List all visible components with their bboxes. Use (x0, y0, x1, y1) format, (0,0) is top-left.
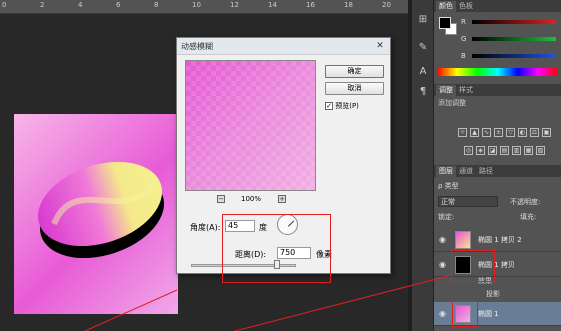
preview-label: 预览(P) (335, 102, 359, 110)
layers-panel-tabs: 图层 通道 路径 (434, 165, 561, 177)
close-icon[interactable]: ✕ (374, 41, 386, 52)
annotation-box-layer-copy (451, 250, 495, 282)
gradient-map-icon[interactable]: ▦ (524, 146, 533, 155)
character-icon[interactable]: A (415, 64, 431, 80)
color-spectrum[interactable] (437, 68, 558, 76)
tab-swatches[interactable]: 色板 (456, 1, 476, 12)
green-slider[interactable] (472, 37, 556, 41)
zoom-in-button[interactable]: + (278, 195, 286, 203)
panel-icon-strip: ⊞ ✎ A ¶ (412, 0, 434, 331)
red-slider[interactable] (472, 20, 556, 24)
adjustments-panel-tabs: 调整 样式 (434, 84, 561, 96)
ruler-tick: 16 (306, 1, 315, 9)
ok-button[interactable]: 确定 (325, 65, 384, 78)
threshold-icon[interactable]: ▥ (512, 146, 521, 155)
slider-label-g: G (461, 35, 467, 43)
zoom-level: 100% (241, 195, 262, 203)
invert-icon[interactable]: ◪ (488, 146, 497, 155)
cancel-button[interactable]: 取消 (325, 82, 384, 95)
brush-preset-icon[interactable]: ✎ (415, 40, 431, 56)
tab-color[interactable]: 颜色 (436, 1, 456, 12)
blue-slider[interactable] (472, 54, 556, 58)
dialog-title: 动感模糊 (181, 42, 213, 51)
levels-icon[interactable]: ▲ (470, 128, 479, 137)
angle-label: 角度(A): (190, 223, 221, 232)
preview-area[interactable] (185, 60, 316, 191)
ruler-tick: 18 (344, 1, 353, 9)
posterize-icon[interactable]: ▤ (500, 146, 509, 155)
curves-icon[interactable]: ∿ (482, 128, 491, 137)
blend-mode-select[interactable]: 正常 (438, 196, 498, 207)
paragraph-icon[interactable]: ¶ (415, 84, 431, 100)
ruler-tick: 8 (154, 1, 159, 9)
ellipse-artwork (37, 161, 165, 259)
foreground-color-swatch[interactable] (439, 17, 451, 29)
slider-label-b: B (461, 52, 466, 60)
eye-icon[interactable]: ◉ (439, 260, 446, 269)
eye-icon[interactable]: ◉ (439, 235, 446, 244)
layer-name: 椭圆 1 拷贝 2 (478, 236, 522, 244)
slider-label-r: R (461, 18, 466, 26)
zoom-out-button[interactable]: − (217, 195, 225, 203)
horizontal-ruler: 0 2 4 6 8 10 12 14 16 18 20 (0, 0, 412, 14)
ruler-tick: 12 (230, 1, 239, 9)
color-balance-icon[interactable]: ⚖ (530, 128, 539, 137)
history-icon[interactable]: ⊞ (415, 12, 431, 28)
channel-mixer-icon[interactable]: ◈ (476, 146, 485, 155)
tab-styles[interactable]: 样式 (456, 85, 476, 96)
annotation-box-layer (452, 301, 478, 327)
tab-adjustments[interactable]: 调整 (436, 85, 456, 96)
dialog-titlebar[interactable]: 动感模糊 ✕ (177, 38, 390, 55)
eye-icon[interactable]: ◉ (439, 309, 446, 318)
ruler-tick: 6 (116, 1, 121, 9)
exposure-icon[interactable]: ± (494, 128, 503, 137)
layer-thumbnail (455, 231, 471, 249)
ruler-tick: 10 (192, 1, 201, 9)
ruler-tick: 2 (40, 1, 45, 9)
annotation-box-settings (222, 214, 331, 283)
layer-filter[interactable]: ρ 类型 (438, 181, 561, 191)
fill-label: 填充: (520, 213, 537, 221)
ruler-tick: 20 (382, 1, 391, 9)
adjustments-title: 添加调整 (438, 99, 466, 107)
ruler-tick: 4 (78, 1, 83, 9)
opacity-label: 不透明度: (510, 198, 541, 206)
checkmark-icon[interactable]: ✓ (325, 102, 333, 110)
layer-name: 椭圆 1 (478, 310, 499, 318)
ruler-tick: 14 (268, 1, 277, 9)
document-canvas[interactable] (14, 114, 178, 314)
tab-channels[interactable]: 通道 (456, 166, 476, 177)
photo-filter-icon[interactable]: ◎ (464, 146, 473, 155)
brightness-icon[interactable]: ☼ (458, 128, 467, 137)
drop-shadow-label[interactable]: 投影 (486, 289, 561, 299)
vibrance-icon[interactable]: ▽ (506, 128, 515, 137)
ruler-tick: 0 (2, 1, 7, 9)
lock-label: 锁定: (438, 213, 455, 221)
hue-saturation-icon[interactable]: ◐ (518, 128, 527, 137)
tab-paths[interactable]: 路径 (476, 166, 496, 177)
layer-row[interactable]: ◉ 椭圆 1 拷贝 2 (434, 228, 561, 252)
preview-checkbox[interactable]: ✓ 预览(P) (325, 101, 359, 111)
tab-layers[interactable]: 图层 (436, 166, 456, 177)
black-white-icon[interactable]: ▣ (542, 128, 551, 137)
color-panel-tabs: 颜色 色板 (434, 0, 561, 12)
selective-color-icon[interactable]: ▧ (536, 146, 545, 155)
